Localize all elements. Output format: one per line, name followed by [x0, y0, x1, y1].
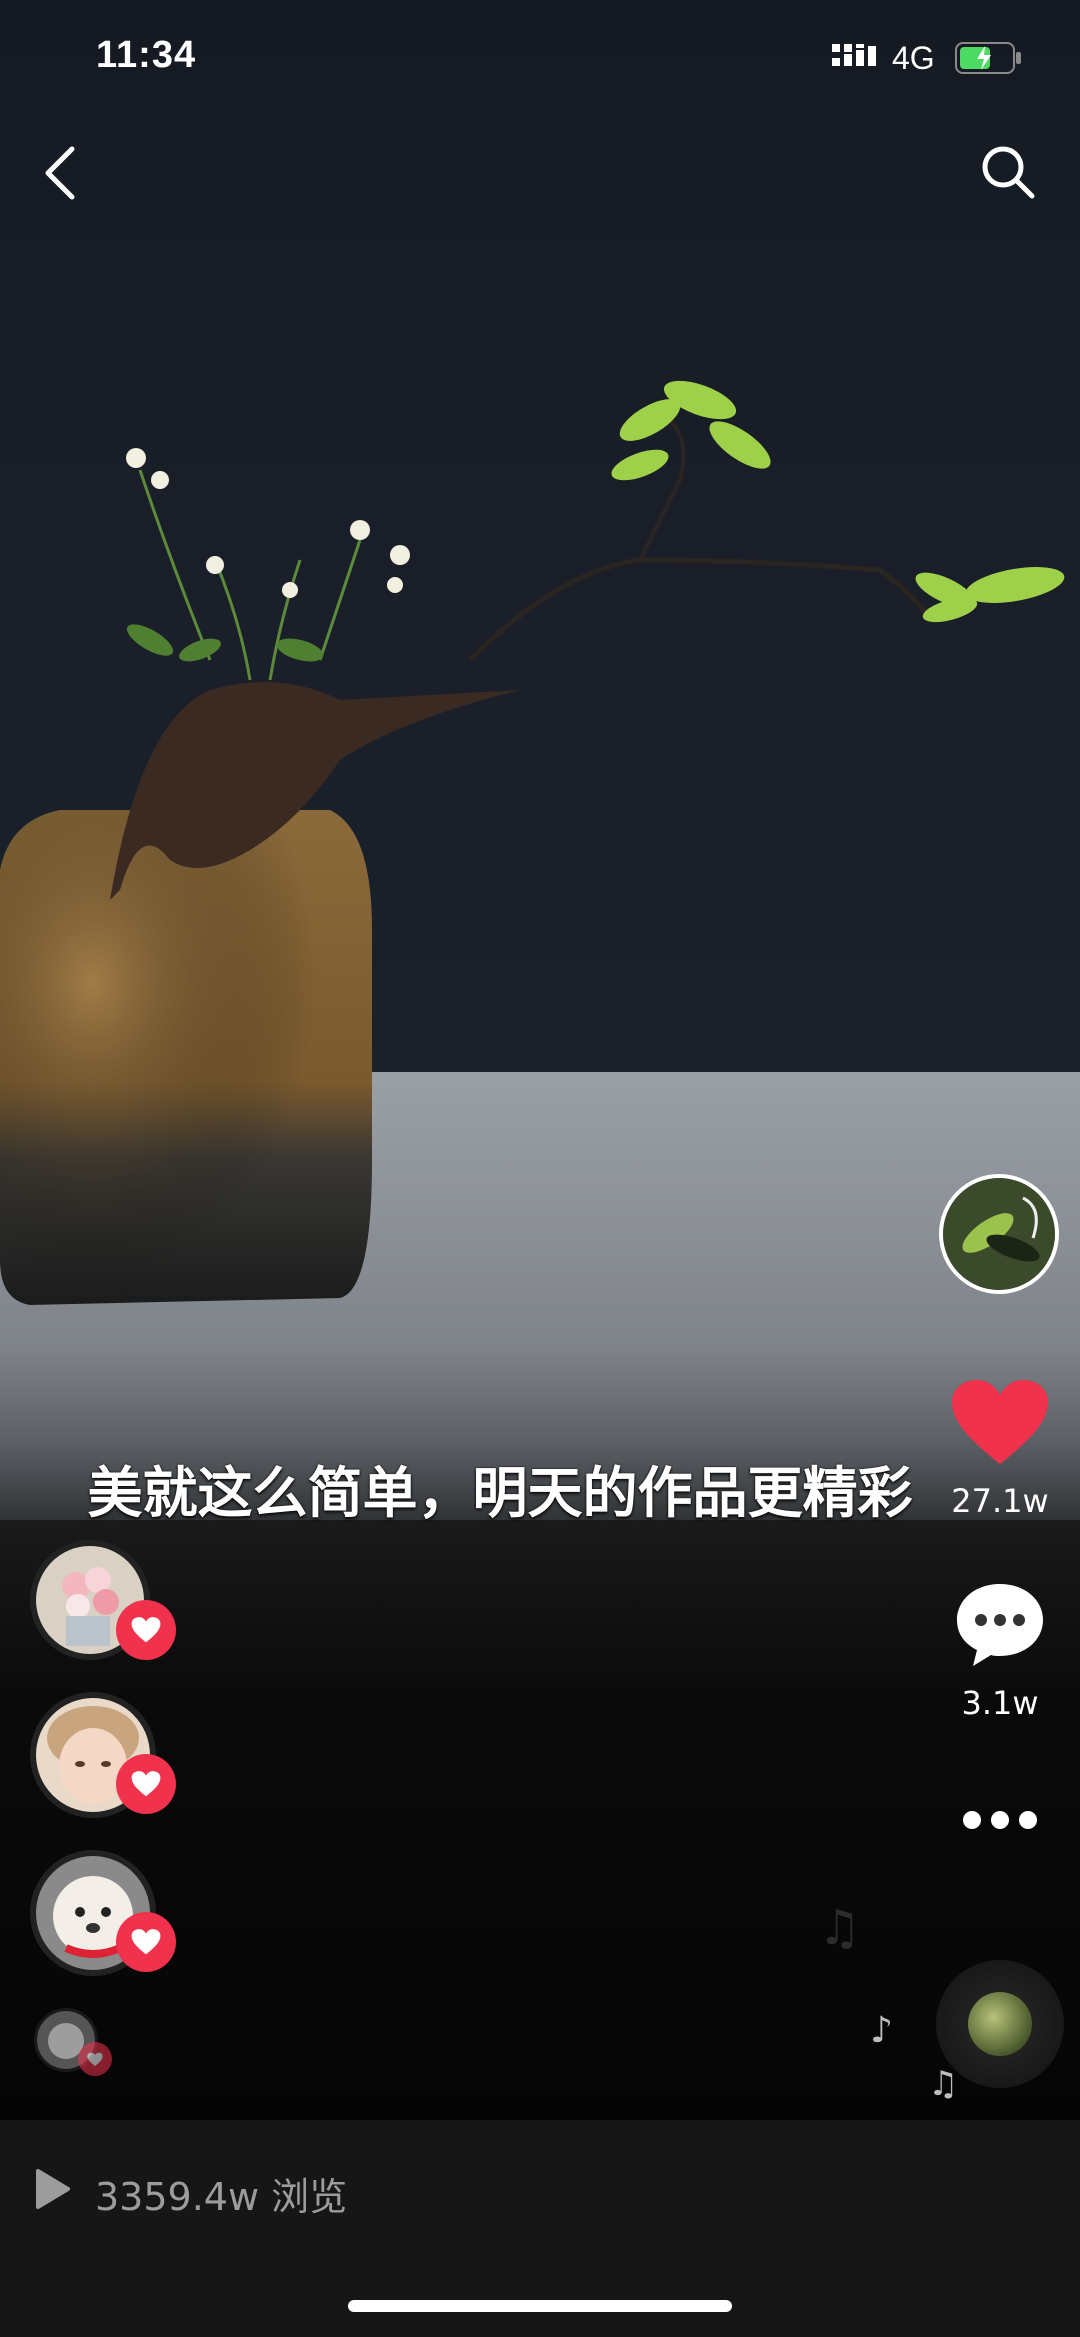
battery-icon [955, 42, 1021, 74]
music-note-icon: ♪ [870, 2010, 893, 2051]
heart-icon [131, 1771, 161, 1797]
home-indicator[interactable] [348, 2300, 732, 2312]
heart-badge [116, 1912, 176, 1972]
play-icon [36, 2169, 70, 2209]
music-note-icon: ♫ [818, 1900, 862, 1956]
signal-icon [832, 44, 876, 66]
music-note-icon: ♫ [928, 2064, 959, 2104]
heart-icon [87, 2052, 103, 2066]
music-cover [968, 1992, 1032, 2056]
author-avatar[interactable] [939, 1174, 1059, 1294]
search-icon[interactable] [978, 142, 1038, 202]
heart-icon [131, 1929, 161, 1955]
comment-icon[interactable] [953, 1580, 1047, 1670]
video-caption: 美就这么简单，明天的作品更精彩 [87, 1461, 913, 1525]
back-icon[interactable] [40, 145, 80, 201]
status-bar: 11:34 4G [0, 0, 1080, 120]
heart-badge [116, 1600, 176, 1660]
network-type: 4G [892, 40, 935, 76]
comment-count: 3.1w [961, 1684, 1039, 1722]
more-icon[interactable] [962, 1808, 1038, 1832]
like-count: 27.1w [951, 1482, 1049, 1520]
heart-icon [131, 1617, 161, 1643]
view-count: 3359.4w 浏览 [95, 2175, 348, 2219]
clock: 11:34 [96, 34, 197, 76]
heart-icon[interactable] [950, 1378, 1050, 1468]
heart-badge [78, 2042, 112, 2076]
heart-badge [116, 1754, 176, 1814]
